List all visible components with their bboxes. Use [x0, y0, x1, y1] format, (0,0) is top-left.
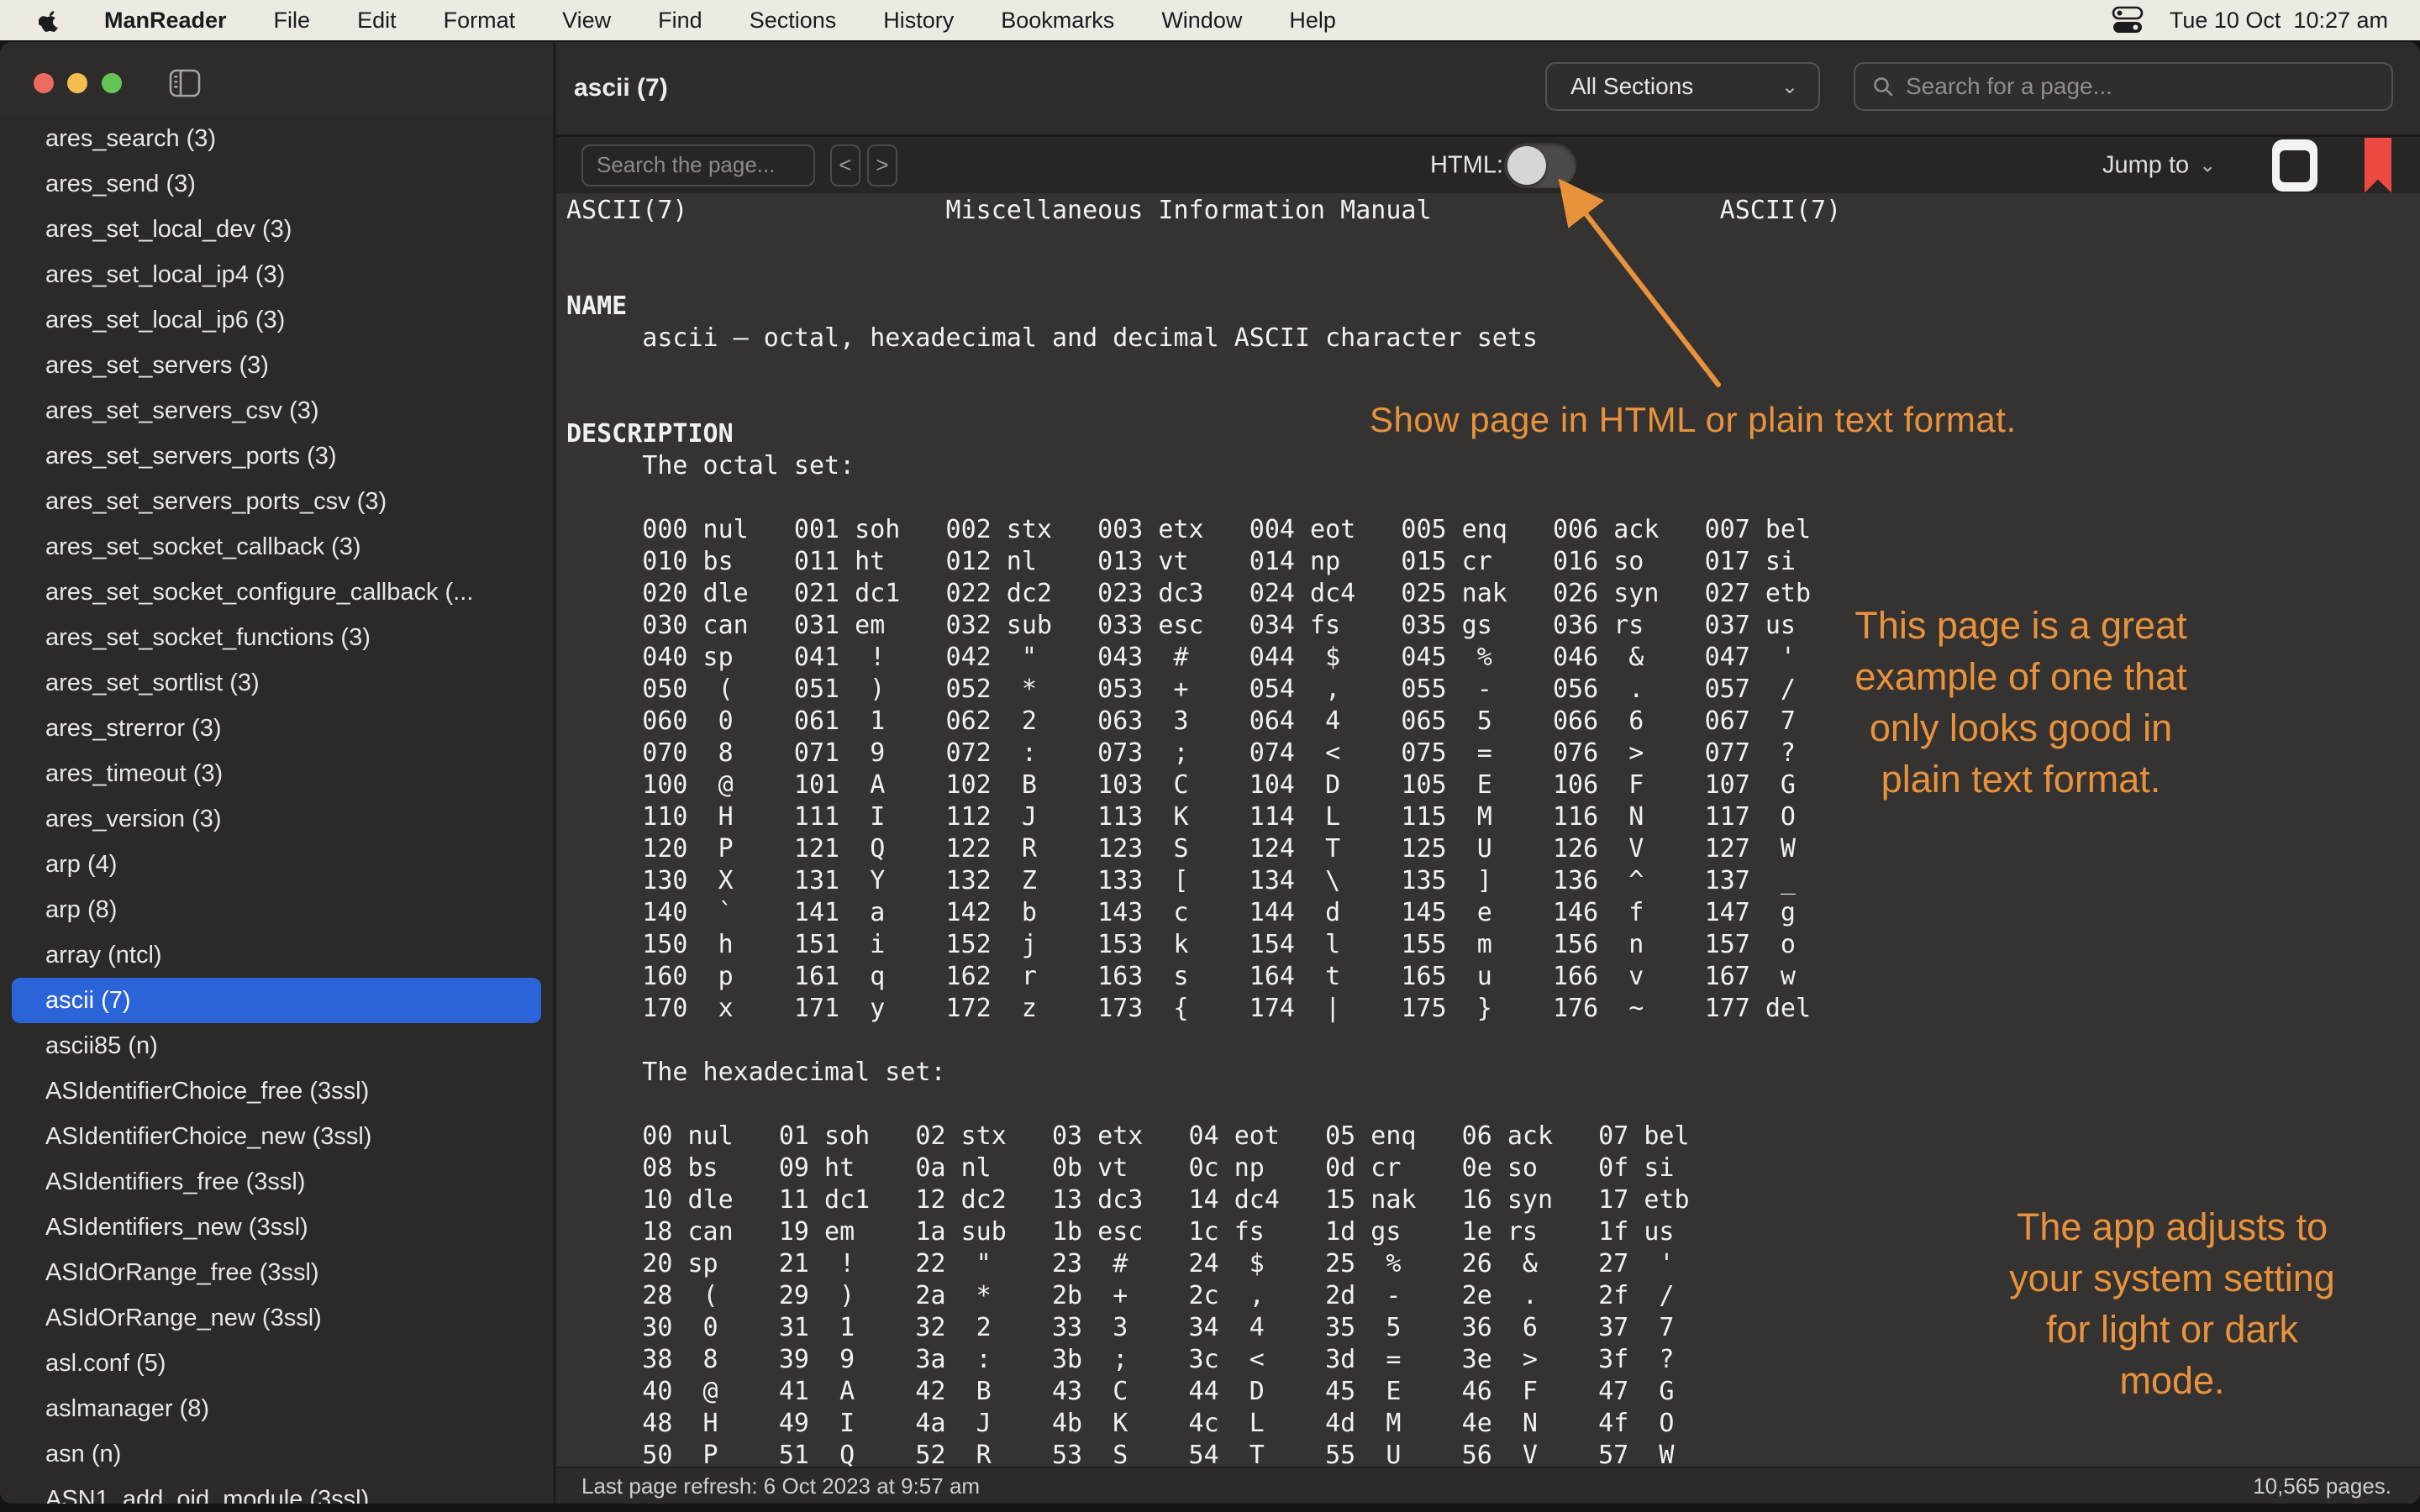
menu-item-find[interactable]: Find	[658, 8, 702, 34]
status-refresh: Last page refresh: 6 Oct 2023 at 9:57 am	[581, 1473, 981, 1499]
annotation-plain-text-note: This page is a great example of one that…	[1854, 604, 2187, 801]
title-bar: ascii (7) All Sections ⌄ Search for a pa…	[556, 42, 2420, 134]
list-item[interactable]: ares_set_servers_csv (3)	[12, 388, 541, 433]
list-item[interactable]: ASIdentifiers_new (3ssl)	[12, 1205, 541, 1250]
menu-item-sections[interactable]: Sections	[750, 8, 837, 34]
sidebar-list: ares_search (3) ares_send (3) ares_set_loc…	[0, 116, 553, 1504]
find-previous-button[interactable]: <	[830, 144, 860, 186]
app-menu-label[interactable]: ManReader	[104, 8, 227, 34]
list-item[interactable]: ASIdOrRange_free (3ssl)	[12, 1250, 541, 1295]
display-icon	[2280, 150, 2310, 182]
page-search-placeholder: Search for a page...	[1906, 73, 2112, 99]
chevron-down-icon: ⌄	[1781, 75, 1798, 98]
minimize-button[interactable]	[67, 73, 87, 93]
menu-clock[interactable]: Tue 10 Oct 10:27 am	[2170, 8, 2388, 34]
sidebar-toggle-button[interactable]	[166, 65, 203, 102]
list-item[interactable]: ares_set_servers_ports (3)	[12, 433, 541, 479]
close-button[interactable]	[34, 73, 54, 93]
list-item[interactable]: ares_send (3)	[12, 161, 541, 207]
list-item[interactable]: array (ntcl)	[12, 932, 541, 978]
jump-to-dropdown[interactable]: Jump to ⌄	[2102, 151, 2216, 179]
list-item[interactable]: ares_set_socket_configure_callback (...	[12, 570, 541, 615]
reader-view-button[interactable]	[2272, 139, 2317, 192]
chevron-down-icon: ⌄	[2199, 154, 2217, 176]
sidebar-icon	[169, 69, 201, 97]
control-center-icon[interactable]	[2111, 6, 2144, 34]
list-item[interactable]: ares_set_local_ip4 (3)	[12, 252, 541, 297]
annotation-arrow	[1558, 178, 1721, 387]
list-item[interactable]: ares_set_local_dev (3)	[12, 207, 541, 252]
list-item[interactable]: ares_set_local_ip6 (3)	[12, 297, 541, 343]
list-item[interactable]: arp (4)	[12, 842, 541, 887]
page-search-input[interactable]: Search for a page...	[1854, 62, 2393, 111]
list-item[interactable]: ascii85 (n)	[12, 1023, 541, 1068]
list-item[interactable]: aslmanager (8)	[12, 1386, 541, 1431]
chevron-right-icon: >	[876, 152, 889, 177]
menu-item-view[interactable]: View	[562, 8, 611, 34]
list-item[interactable]: ares_set_sortlist (3)	[12, 660, 541, 706]
toolbar: Search the page... < > HTML: Jump to ⌄	[556, 134, 2420, 193]
list-item[interactable]: ASIdentifierChoice_free (3ssl)	[12, 1068, 541, 1114]
list-item[interactable]: ares_set_socket_callback (3)	[12, 524, 541, 570]
menu-item-file[interactable]: File	[274, 8, 311, 34]
bookmark-icon[interactable]	[2365, 137, 2391, 193]
list-item[interactable]: ares_set_socket_functions (3)	[12, 615, 541, 660]
page-title: ascii (7)	[574, 74, 668, 102]
sections-dropdown[interactable]: All Sections ⌄	[1545, 62, 1820, 111]
html-toggle-label: HTML:	[1430, 151, 1503, 178]
annotation-toggle-note: Show page in HTML or plain text format.	[1370, 400, 2017, 439]
list-item[interactable]: ares_set_servers_ports_csv (3)	[12, 479, 541, 524]
list-item[interactable]: ascii (7)	[12, 978, 541, 1023]
menu-item-bookmarks[interactable]: Bookmarks	[1001, 8, 1114, 34]
menu-bar: ManReader File Edit Format View Find Sec…	[0, 0, 2420, 40]
list-item[interactable]: ASIdentifiers_free (3ssl)	[12, 1159, 541, 1205]
list-item[interactable]: ASN1_add_oid_module (3ssl)	[12, 1477, 541, 1504]
list-item[interactable]: asl.conf (5)	[12, 1341, 541, 1386]
status-bar: Last page refresh: 6 Oct 2023 at 9:57 am…	[556, 1467, 2420, 1504]
menu-item-help[interactable]: Help	[1289, 8, 1336, 34]
list-item[interactable]: ASIdentifierChoice_new (3ssl)	[12, 1114, 541, 1159]
list-item[interactable]: ares_version (3)	[12, 796, 541, 842]
sidebar-header	[0, 42, 553, 116]
find-next-button[interactable]: >	[867, 144, 897, 186]
menu-item-history[interactable]: History	[883, 8, 954, 34]
zoom-button[interactable]	[102, 73, 122, 93]
menu-item-edit[interactable]: Edit	[357, 8, 397, 34]
menu-item-window[interactable]: Window	[1161, 8, 1242, 34]
list-item[interactable]: ares_search (3)	[12, 116, 541, 161]
annotation-dark-mode-note: The app adjusts to your system setting f…	[2009, 1205, 2335, 1402]
chevron-left-icon: <	[839, 152, 852, 177]
list-item[interactable]: ares_set_servers (3)	[12, 343, 541, 388]
list-item[interactable]: ASIdOrRange_new (3ssl)	[12, 1295, 541, 1341]
find-in-page-input[interactable]: Search the page...	[581, 144, 815, 186]
status-page-count: 10,565 pages.	[2253, 1473, 2391, 1499]
sidebar: ares_search (3) ares_send (3) ares_set_loc…	[0, 42, 553, 1504]
list-item[interactable]: asn (n)	[12, 1431, 541, 1477]
apple-menu-icon[interactable]	[39, 8, 60, 33]
find-placeholder: Search the page...	[597, 152, 776, 177]
menu-item-format[interactable]: Format	[444, 8, 516, 34]
jump-to-label: Jump to	[2102, 151, 2190, 178]
sections-dropdown-value: All Sections	[1570, 73, 1694, 99]
list-item[interactable]: ares_strerror (3)	[12, 706, 541, 751]
list-item[interactable]: arp (8)	[12, 887, 541, 932]
search-icon	[1874, 77, 1893, 97]
list-item[interactable]: ares_timeout (3)	[12, 751, 541, 796]
